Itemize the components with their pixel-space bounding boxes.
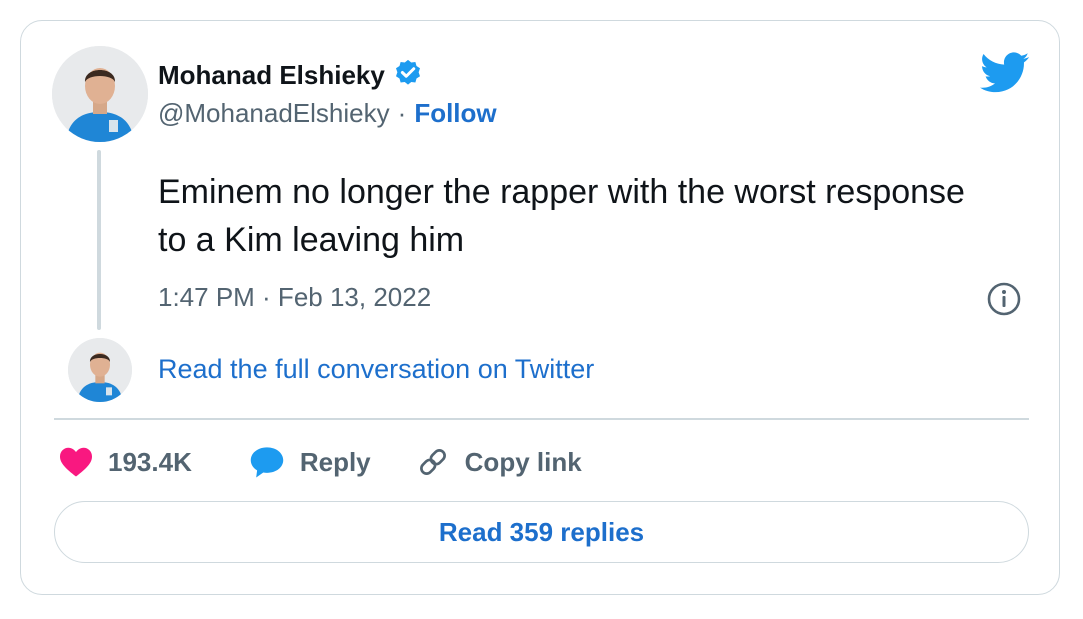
verified-badge-icon <box>393 58 423 93</box>
author-avatar-small[interactable] <box>68 338 132 402</box>
read-replies-button[interactable]: Read 359 replies <box>54 501 1029 563</box>
twitter-bird-icon[interactable] <box>980 52 1030 94</box>
follow-button[interactable]: Follow <box>414 98 496 129</box>
divider <box>54 418 1029 420</box>
author-handle[interactable]: @MohanadElshieky <box>158 98 390 129</box>
tweet-timestamp[interactable]: 1:47 PM · Feb 13, 2022 <box>158 282 431 313</box>
link-icon <box>415 444 451 480</box>
tweet-actions: 193.4K Reply Copy link <box>58 440 618 484</box>
info-icon[interactable] <box>986 281 1022 317</box>
reply-button[interactable]: Reply <box>248 445 371 479</box>
author-name-row: Mohanad Elshieky <box>158 58 423 93</box>
author-handle-row: @MohanadElshieky · Follow <box>158 98 497 129</box>
thread-line <box>97 150 101 330</box>
copy-link-label: Copy link <box>464 446 582 477</box>
like-button[interactable]: 193.4K <box>58 446 192 478</box>
author-name[interactable]: Mohanad Elshieky <box>158 60 385 91</box>
read-full-conversation-link[interactable]: Read the full conversation on Twitter <box>158 354 594 385</box>
read-replies-label: Read 359 replies <box>438 516 645 547</box>
reply-label: Reply <box>299 446 371 477</box>
speech-bubble-icon <box>248 445 286 479</box>
copy-link-button[interactable]: Copy link <box>415 444 582 480</box>
handle-separator: · <box>397 98 407 128</box>
heart-icon <box>58 446 94 478</box>
like-count: 193.4K <box>108 446 192 477</box>
author-avatar[interactable] <box>52 46 148 142</box>
tweet-text: Eminem no longer the rapper with the wor… <box>158 173 965 259</box>
